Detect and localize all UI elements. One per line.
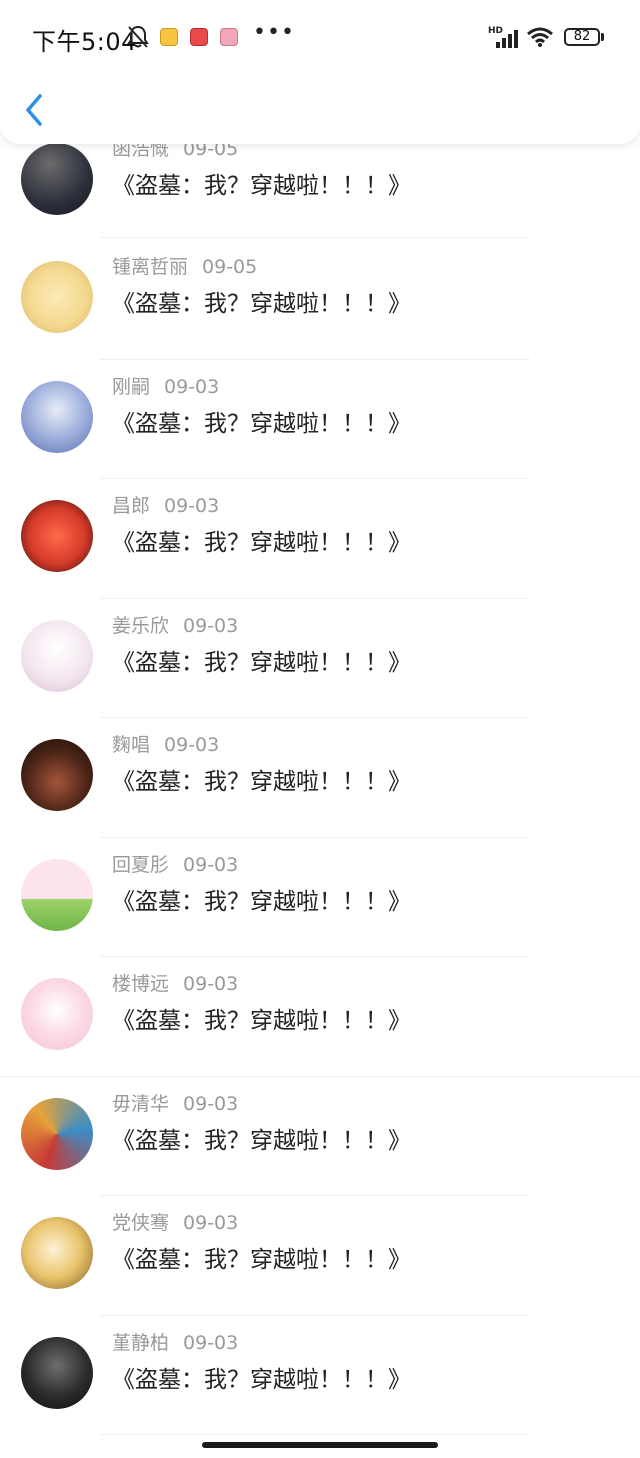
app-notification-icon xyxy=(220,28,238,46)
list-item[interactable]: 麴唱 09-03 《盗墓：我？穿越啦！！！》 xyxy=(0,718,640,838)
comment-text: 《盗墓：我？穿越啦！！！》 xyxy=(112,291,411,317)
username[interactable]: 昌郎 xyxy=(112,495,150,517)
home-indicator[interactable] xyxy=(202,1442,438,1448)
list-item[interactable]: 姜乐欣 09-03 《盗墓：我？穿越啦！！！》 xyxy=(0,599,640,718)
list-item[interactable]: 昌郎 09-03 《盗墓：我？穿越啦！！！》 xyxy=(0,479,640,599)
list-item[interactable]: 函浩慨 09-05 《盗墓：我？穿越啦！！！》 xyxy=(0,134,640,254)
list-item[interactable]: 回夏肜 09-03 《盗墓：我？穿越啦！！！》 xyxy=(0,838,640,957)
comment-text: 《盗墓：我？穿越啦！！！》 xyxy=(112,888,411,915)
list-item[interactable]: 刚嗣 09-03 《盗墓：我？穿越啦！！！》 xyxy=(0,360,640,479)
comment-meta: 昌郎 09-03 xyxy=(112,491,219,518)
comment-text: 《盗墓：我？穿越啦！！！》 xyxy=(112,530,411,556)
comment-text: 《盗墓：我？穿越啦！！！》 xyxy=(112,1127,411,1154)
comment-text: 《盗墓：我？穿越啦！！！》 xyxy=(112,649,411,676)
comment-meta: 锺离哲丽 09-05 xyxy=(112,252,257,279)
comment-text: 《盗墓：我？穿越啦！！！》 xyxy=(112,173,411,199)
comment-text: 《盗墓：我？穿越啦！！！》 xyxy=(112,1008,411,1034)
comment-meta: 楼博远 09-03 xyxy=(112,969,238,996)
divider xyxy=(100,1434,530,1435)
avatar[interactable] xyxy=(21,261,93,333)
comment-date: 09-05 xyxy=(202,256,258,278)
avatar[interactable] xyxy=(21,978,93,1050)
avatar[interactable] xyxy=(21,1336,93,1409)
signal-icon xyxy=(496,30,518,48)
username[interactable]: 姜乐欣 xyxy=(112,615,169,637)
wifi-icon xyxy=(527,27,553,47)
divider xyxy=(100,236,530,238)
avatar[interactable] xyxy=(21,500,93,572)
comment-date: 09-03 xyxy=(164,495,220,517)
app-notification-icon xyxy=(160,28,178,46)
avatar[interactable] xyxy=(21,380,93,453)
avatar[interactable] xyxy=(21,143,93,215)
comment-date: 09-03 xyxy=(164,734,220,756)
comment-date: 09-03 xyxy=(183,853,239,876)
comment-meta: 回夏肜 09-03 xyxy=(112,850,238,877)
comment-date: 09-03 xyxy=(183,614,239,637)
battery-tip xyxy=(601,33,604,41)
avatar[interactable] xyxy=(21,1217,93,1289)
status-bar: 下午5:04 ••• HD 82 xyxy=(0,0,640,76)
comment-text: 《盗墓：我？穿越啦！！！》 xyxy=(112,769,411,795)
comment-list: 函浩慨 09-05 《盗墓：我？穿越啦！！！》 xyxy=(0,134,640,254)
comment-text: 《盗墓：我？穿越啦！！！》 xyxy=(112,1366,411,1393)
username[interactable]: 锺离哲丽 xyxy=(112,256,188,278)
avatar[interactable] xyxy=(21,619,93,692)
comment-date: 09-03 xyxy=(164,375,220,398)
list-item[interactable]: 毋清华 09-03 《盗墓：我？穿越啦！！！》 xyxy=(0,1077,640,1196)
list-item[interactable]: 楼博远 09-03 《盗墓：我？穿越啦！！！》 xyxy=(0,957,640,1077)
avatar[interactable] xyxy=(21,739,93,811)
chevron-left-icon[interactable] xyxy=(20,90,50,130)
comment-meta: 刚嗣 09-03 xyxy=(112,372,219,399)
comment-meta: 堇静柏 09-03 xyxy=(112,1328,238,1355)
bell-off-icon xyxy=(127,25,149,48)
list-item[interactable]: 党侠骞 09-03 《盗墓：我？穿越啦！！！》 xyxy=(0,1196,640,1316)
app-notification-icon xyxy=(190,28,208,46)
comment-meta: 姜乐欣 09-03 xyxy=(112,611,238,638)
comment-meta: 党侠骞 09-03 xyxy=(112,1208,238,1235)
username[interactable]: 回夏肜 xyxy=(112,854,169,876)
comment-date: 09-03 xyxy=(183,1092,239,1115)
battery-indicator: 82 xyxy=(564,28,600,46)
comment-list-rest: 锺离哲丽 09-05 《盗墓：我？穿越啦！！！》 刚嗣 09-03 《盗墓：我？穿越… xyxy=(0,240,640,1435)
comment-text: 《盗墓：我？穿越啦！！！》 xyxy=(112,410,411,437)
list-item[interactable]: 堇静柏 09-03 《盗墓：我？穿越啦！！！》 xyxy=(0,1316,640,1435)
comment-meta: 毋清华 09-03 xyxy=(112,1089,238,1116)
comment-date: 09-03 xyxy=(183,1212,239,1234)
username[interactable]: 麴唱 xyxy=(112,734,150,756)
list-item[interactable]: 锺离哲丽 09-05 《盗墓：我？穿越啦！！！》 xyxy=(0,240,640,360)
username[interactable]: 党侠骞 xyxy=(112,1212,169,1234)
comment-date: 09-03 xyxy=(183,1331,239,1354)
avatar[interactable] xyxy=(21,1097,93,1170)
username[interactable]: 堇静柏 xyxy=(112,1332,169,1354)
comment-date: 09-03 xyxy=(183,973,239,995)
comment-meta: 麴唱 09-03 xyxy=(112,730,219,757)
comment-text: 《盗墓：我？穿越啦！！！》 xyxy=(112,1247,411,1273)
avatar[interactable] xyxy=(21,858,93,931)
status-time: 下午5:04 xyxy=(32,28,137,56)
username[interactable]: 楼博远 xyxy=(112,973,169,995)
username[interactable]: 毋清华 xyxy=(112,1093,169,1115)
username[interactable]: 刚嗣 xyxy=(112,376,150,398)
more-icon: ••• xyxy=(253,20,295,45)
